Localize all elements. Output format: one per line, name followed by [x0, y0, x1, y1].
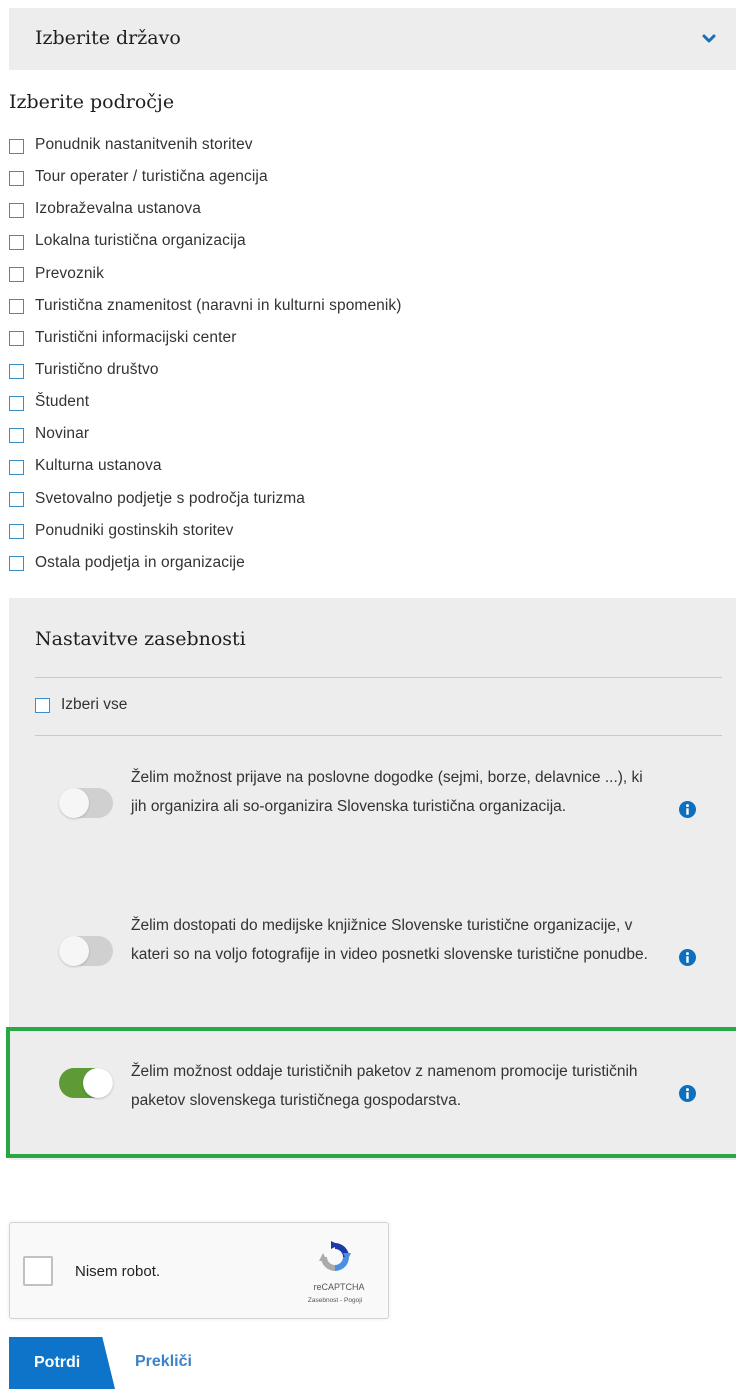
area-option-checkbox[interactable] [9, 202, 24, 218]
area-option[interactable]: Tour operater / turistična agencija [9, 162, 709, 194]
cancel-link[interactable]: Prekliči [135, 1353, 192, 1371]
area-option-label: Prevoznik [35, 264, 104, 282]
area-option[interactable]: Svetovalno podjetje s področja turizma [9, 484, 709, 516]
divider [35, 735, 722, 736]
area-option[interactable]: Prevoznik [9, 259, 709, 291]
area-option-label: Študent [35, 393, 90, 411]
area-option-checkbox[interactable] [9, 170, 24, 186]
consent-events-toggle[interactable] [59, 788, 113, 818]
area-option-label: Tour operater / turistična agencija [35, 168, 268, 186]
chevron-down-icon [702, 34, 716, 43]
area-option[interactable]: Ponudniki gostinskih storitev [9, 516, 709, 548]
area-option-checkbox[interactable] [9, 138, 24, 154]
area-option[interactable]: Novinar [9, 419, 709, 451]
area-option-label: Novinar [35, 425, 90, 443]
area-option-label: Ostala podjetja in organizacije [35, 553, 245, 571]
select-all-checkbox[interactable] [35, 697, 50, 713]
recaptcha-terms-link[interactable]: Zasebnost - Pogoji [288, 1297, 382, 1304]
area-option-checkbox[interactable] [9, 363, 24, 379]
info-icon[interactable] [679, 949, 696, 966]
area-checkbox-list: Ponudnik nastanitvenih storitev Tour oper… [9, 130, 709, 580]
area-option-checkbox[interactable] [9, 556, 24, 572]
toggle-knob [59, 788, 89, 818]
area-option[interactable]: Turistični informacijski center [9, 323, 709, 355]
area-option[interactable]: Kulturna ustanova [9, 451, 709, 483]
info-icon[interactable] [679, 801, 696, 818]
recaptcha-label: Nisem robot. [75, 1263, 161, 1280]
consent-media-library-toggle[interactable] [59, 936, 113, 966]
area-option-label: Izobraževalna ustanova [35, 200, 201, 218]
area-option-label: Ponudnik nastanitvenih storitev [35, 136, 253, 154]
area-option-checkbox[interactable] [9, 492, 24, 508]
recaptcha-logo-icon [319, 1241, 351, 1271]
select-all-option[interactable]: Izberi vse [35, 696, 127, 714]
highlight-frame [6, 1027, 736, 1158]
recaptcha-brand: reCAPTCHA [313, 1282, 365, 1292]
area-option-label: Ponudniki gostinskih storitev [35, 521, 234, 539]
area-option-checkbox[interactable] [9, 234, 24, 250]
area-option[interactable]: Turistično društvo [9, 355, 709, 387]
area-option-checkbox[interactable] [9, 524, 24, 540]
toggle-knob [59, 936, 89, 966]
area-option-checkbox[interactable] [9, 459, 24, 475]
area-option-label: Kulturna ustanova [35, 457, 162, 475]
area-option-label: Turistično društvo [35, 361, 159, 379]
area-option[interactable]: Turistična znamenitost (naravni in kultu… [9, 291, 709, 323]
recaptcha-checkbox[interactable] [23, 1256, 53, 1286]
area-option-checkbox[interactable] [9, 331, 24, 347]
area-option-checkbox[interactable] [9, 267, 24, 283]
area-option[interactable]: Ostala podjetja in organizacije [9, 548, 709, 580]
area-option-label: Turistični informacijski center [35, 328, 237, 346]
area-option-checkbox[interactable] [9, 299, 24, 315]
area-option[interactable]: Študent [9, 387, 709, 419]
consent-events-text: Želim možnost prijave na poslovne dogodk… [131, 769, 643, 815]
country-select-label: Izberite državo [35, 27, 181, 49]
area-option[interactable]: Izobraževalna ustanova [9, 194, 709, 226]
consent-media-library-text: Želim dostopati do medijske knjižnice Sl… [131, 917, 648, 963]
privacy-title: Nastavitve zasebnosti [35, 628, 246, 650]
country-select[interactable]: Izberite državo [9, 8, 736, 70]
area-option-checkbox[interactable] [9, 427, 24, 443]
area-option-checkbox[interactable] [9, 395, 24, 411]
divider [35, 677, 722, 678]
recaptcha-widget: Nisem robot. reCAPTCHA Zasebnost - Pogoj… [9, 1222, 389, 1319]
area-option-label: Lokalna turistična organizacija [35, 232, 246, 250]
confirm-button[interactable]: Potrdi [9, 1337, 115, 1389]
select-all-label: Izberi vse [61, 696, 128, 713]
area-option[interactable]: Lokalna turistična organizacija [9, 226, 709, 258]
area-option-label: Svetovalno podjetje s področja turizma [35, 489, 306, 507]
area-option-label: Turistična znamenitost (naravni in kultu… [35, 296, 402, 314]
area-section-title: Izberite področje [9, 91, 175, 113]
area-option[interactable]: Ponudnik nastanitvenih storitev [9, 130, 709, 162]
